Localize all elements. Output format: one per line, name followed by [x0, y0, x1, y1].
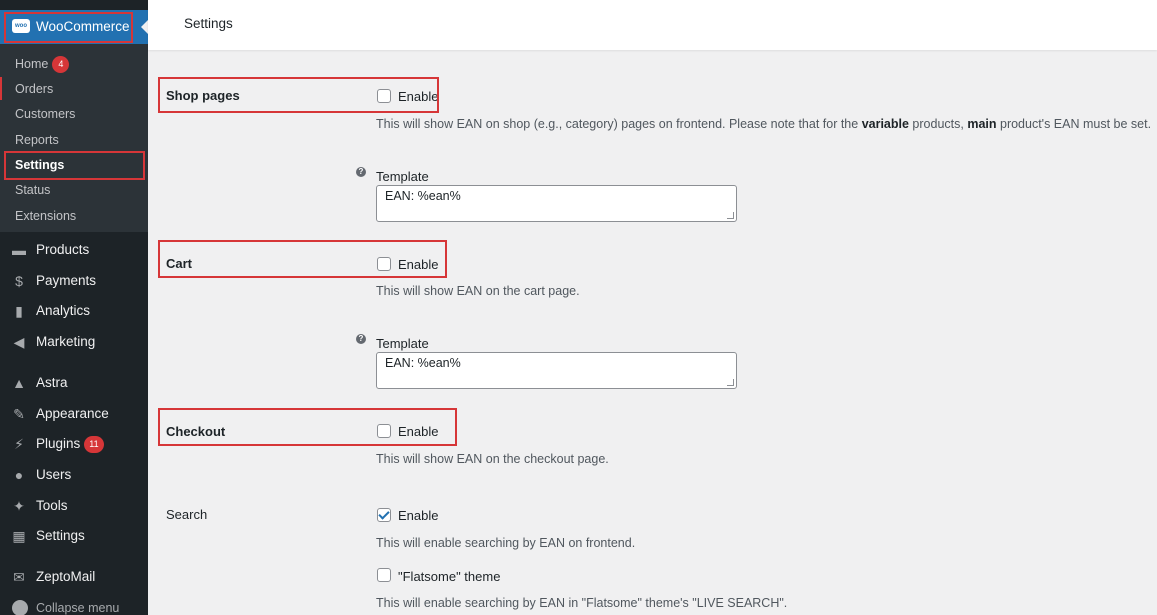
sidebar-item-label: Settings	[36, 528, 85, 543]
sidebar-item-label: Appearance	[36, 406, 109, 421]
sliders-icon: ▦	[12, 528, 26, 544]
shop-pages-template-textarea[interactable]: EAN: %ean%	[376, 185, 737, 222]
sidebar-item-payments[interactable]: $ Payments	[0, 267, 148, 295]
sidebar-item-users[interactable]: ● Users	[0, 461, 148, 489]
submenu-item-label: Home	[15, 57, 49, 71]
update-count-badge: 4	[52, 56, 70, 73]
user-icon: ●	[14, 467, 24, 483]
admin-sidebar: woo WooCommerce Home 4 Orders Customers R…	[0, 0, 149, 615]
paintbrush-icon: ✎	[13, 406, 25, 422]
plug-icon: ⚡	[14, 436, 24, 452]
submenu-item-reports[interactable]: Reports	[15, 133, 59, 147]
sidebar-item-label: Plugins 11	[36, 436, 104, 453]
highlight-orders-edge	[0, 77, 2, 100]
dollar-icon: $	[15, 273, 23, 289]
help-tip-icon[interactable]: ?	[356, 167, 366, 177]
page-header: Settings	[148, 0, 1157, 50]
sidebar-item-zeptomail[interactable]: ✉ ZeptoMail	[0, 563, 148, 591]
sidebar-item-label: ZeptoMail	[36, 569, 96, 584]
checkout-description: This will show EAN on the checkout page.	[376, 452, 609, 466]
shop-pages-template-label: Template	[376, 169, 429, 184]
highlight-settings	[4, 151, 145, 180]
sidebar-item-label: Marketing	[36, 334, 96, 349]
astra-icon: ▲	[12, 375, 26, 391]
flatsome-description: This will enable searching by EAN in "Fl…	[376, 596, 788, 610]
sidebar-item-marketing[interactable]: ◀ Marketing	[0, 328, 148, 356]
flatsome-theme-checkbox[interactable]	[377, 568, 391, 582]
sidebar-item-label: Users	[36, 467, 72, 482]
search-description: This will enable searching by EAN on fro…	[376, 536, 636, 550]
bar-chart-icon: ▮	[15, 303, 23, 319]
sidebar-item-appearance[interactable]: ✎ Appearance	[0, 400, 148, 428]
woocommerce-submenu: Home 4 Orders Customers Reports Settings …	[0, 44, 148, 232]
resize-handle-icon[interactable]	[727, 379, 734, 386]
search-enable-checkbox[interactable]	[377, 508, 391, 522]
search-label: Search	[166, 507, 208, 522]
highlight-woocommerce	[4, 12, 133, 43]
cart-template-textarea[interactable]: EAN: %ean%	[376, 352, 737, 389]
shop-pages-description: This will show EAN on shop (e.g., catego…	[376, 117, 1152, 131]
sidebar-item-astra[interactable]: ▲ Astra	[0, 369, 148, 397]
sidebar-item-tools[interactable]: ✦ Tools	[0, 492, 148, 520]
help-tip-icon[interactable]: ?	[356, 334, 366, 344]
sidebar-item-plugins[interactable]: ⚡ Plugins 11	[0, 430, 148, 458]
mail-icon: ✉	[13, 569, 25, 585]
megaphone-icon: ◀	[13, 334, 25, 350]
wrench-icon: ✦	[13, 498, 25, 514]
sidebar-item-label: Astra	[36, 375, 68, 390]
sidebar-item-label: Analytics	[36, 303, 91, 318]
highlight-cart	[158, 240, 447, 278]
archive-icon: ▬	[12, 242, 26, 258]
search-enable-label[interactable]: Enable	[398, 508, 438, 523]
cart-template-label: Template	[376, 336, 429, 351]
cart-description: This will show EAN on the cart page.	[376, 284, 580, 298]
sidebar-item-settings[interactable]: ▦ Settings	[0, 522, 148, 550]
update-count-badge: 11	[84, 436, 104, 453]
sidebar-item-label: Products	[36, 242, 90, 257]
submenu-item-status[interactable]: Status	[15, 183, 50, 197]
flatsome-theme-label[interactable]: "Flatsome" theme	[398, 569, 500, 584]
submenu-item-extensions[interactable]: Extensions	[15, 209, 76, 223]
collapse-menu-button[interactable]: Collapse menu	[0, 598, 148, 615]
submenu-item-home[interactable]: Home 4	[15, 56, 70, 73]
template-value: EAN: %ean%	[385, 356, 461, 370]
sidebar-item-analytics[interactable]: ▮ Analytics	[0, 297, 148, 325]
submenu-item-customers[interactable]: Customers	[15, 107, 75, 121]
sidebar-item-label: Tools	[36, 498, 68, 513]
resize-handle-icon[interactable]	[727, 212, 734, 219]
collapse-menu-label: Collapse menu	[36, 601, 120, 615]
template-value: EAN: %ean%	[385, 189, 461, 203]
sidebar-item-products[interactable]: ▬ Products	[0, 236, 148, 264]
sidebar-item-label: Payments	[36, 273, 97, 288]
page-title: Settings	[184, 16, 233, 31]
highlight-shop-pages	[158, 77, 439, 113]
collapse-icon	[12, 600, 28, 615]
highlight-checkout	[158, 408, 457, 446]
submenu-item-orders[interactable]: Orders	[15, 82, 53, 96]
